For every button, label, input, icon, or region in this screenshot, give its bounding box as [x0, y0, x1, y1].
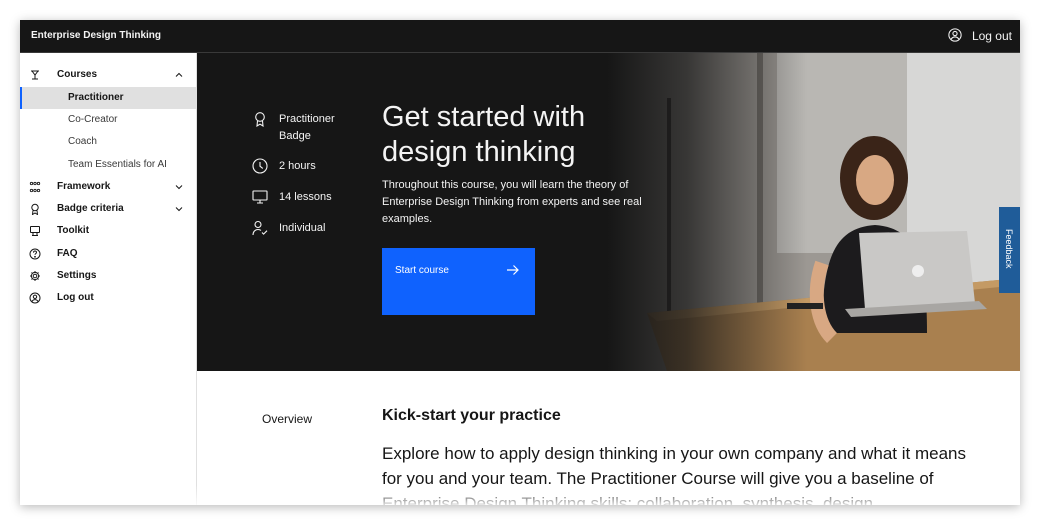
- sidebar-nav: Courses Practitioner Co-Creator Coach Te…: [20, 53, 197, 505]
- sidebar-item-logout[interactable]: Log out: [20, 287, 196, 309]
- hero-banner: Practitioner Badge 2 hours 14 lessons In…: [197, 53, 1020, 371]
- content-heading: Kick-start your practice: [382, 407, 561, 424]
- stat-label: Individual: [279, 222, 326, 234]
- hero-title: Get started with design thinking: [382, 101, 586, 168]
- user-avatar-icon: [948, 27, 962, 45]
- clock-icon: [252, 158, 268, 174]
- sidebar-item-label: Toolkit: [57, 225, 90, 236]
- brand-name[interactable]: Enterprise Design Thinking: [31, 30, 161, 41]
- start-course-label: Start course: [395, 265, 449, 276]
- sidebar-item-label: FAQ: [57, 248, 78, 259]
- sidebar-subitem-team-essentials-ai[interactable]: Team Essentials for AI: [20, 154, 196, 176]
- sidebar-subitem-label: Co-Creator: [68, 114, 118, 125]
- start-course-button[interactable]: Start course: [382, 248, 535, 315]
- header-logout-label: Log out: [971, 29, 1012, 43]
- chevron-up-icon: [174, 70, 184, 80]
- sidebar-subitem-label: Team Essentials for AI: [68, 159, 167, 170]
- app-window: Enterprise Design Thinking Log out Cours…: [20, 20, 1020, 505]
- sidebar-item-label: Log out: [57, 292, 94, 303]
- sidebar-subitem-coach[interactable]: Coach: [20, 131, 196, 153]
- header-logout-button[interactable]: Log out: [948, 26, 1012, 46]
- framework-icon: [29, 181, 41, 193]
- sidebar-item-label: Settings: [57, 270, 97, 281]
- top-header: Enterprise Design Thinking Log out: [20, 20, 1020, 53]
- feedback-label: Feedback: [1004, 229, 1014, 269]
- sidebar-item-courses[interactable]: Courses: [20, 64, 196, 86]
- section-label-overview: Overview: [262, 412, 313, 426]
- sidebar-item-framework[interactable]: Framework: [20, 176, 196, 198]
- arrow-right-icon: [506, 263, 520, 277]
- courses-icon: [29, 69, 41, 81]
- sidebar-subitem-label: Coach: [68, 136, 97, 147]
- sidebar-item-label: Courses: [57, 69, 98, 80]
- sidebar-subitem-co-creator[interactable]: Co-Creator: [20, 109, 196, 131]
- chevron-down-icon: [174, 204, 184, 214]
- sidebar-item-label: Framework: [57, 181, 111, 192]
- hero-description: Throughout this course, you will learn t…: [382, 179, 642, 225]
- feedback-tab[interactable]: Feedback: [999, 207, 1020, 293]
- settings-icon: [29, 270, 41, 282]
- stat-label: 14 lessons: [279, 191, 332, 203]
- chevron-down-icon: [174, 182, 184, 192]
- bottom-fade: [20, 485, 1020, 505]
- user-icon: [252, 220, 268, 236]
- badge-icon: [252, 111, 268, 128]
- sidebar-subitem-practitioner[interactable]: Practitioner: [20, 87, 196, 109]
- sidebar-subitem-label: Practitioner: [68, 92, 124, 103]
- toolkit-icon: [29, 225, 41, 237]
- user-avatar-icon: [29, 292, 41, 304]
- sidebar-item-settings[interactable]: Settings: [20, 265, 196, 287]
- screen-icon: [252, 189, 268, 205]
- sidebar-item-label: Badge criteria: [57, 203, 124, 214]
- sidebar-item-badge-criteria[interactable]: Badge criteria: [20, 198, 196, 220]
- badge-icon: [29, 203, 41, 216]
- sidebar-item-faq[interactable]: FAQ: [20, 243, 196, 265]
- sidebar-item-toolkit[interactable]: Toolkit: [20, 220, 196, 242]
- help-icon: [29, 248, 41, 260]
- stat-label: Practitioner Badge: [279, 113, 335, 142]
- stat-label: 2 hours: [279, 160, 316, 172]
